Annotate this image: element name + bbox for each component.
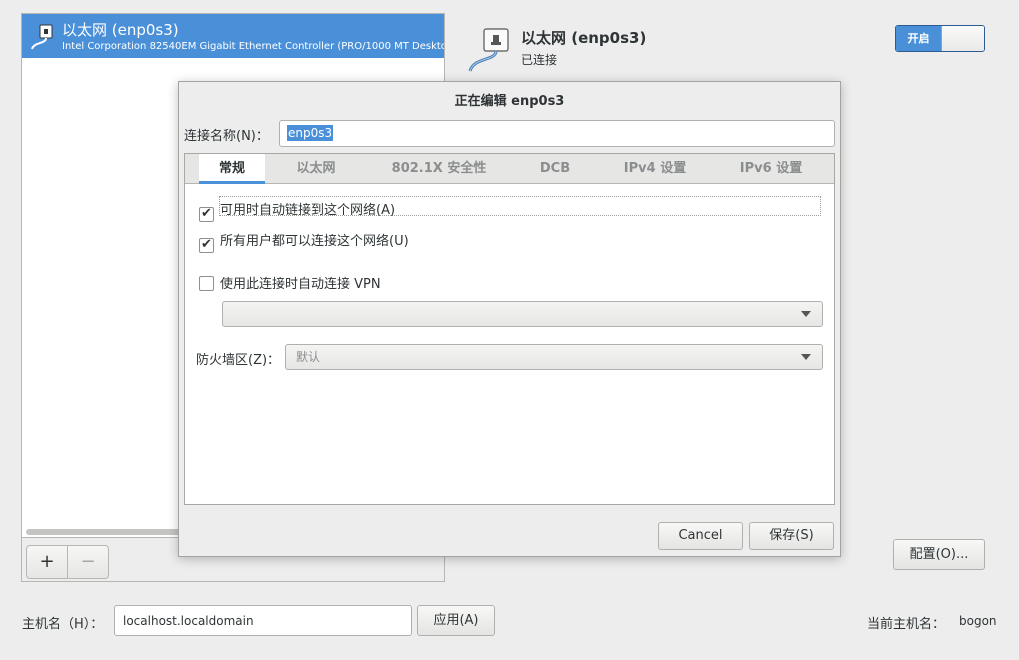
device-list-item-ethernet[interactable]: 以太网 (enp0s3) Intel Corporation 82540EM G…: [22, 14, 444, 58]
firewall-zone-value: 默认: [296, 350, 321, 364]
auto-vpn-label: 使用此连接时自动连接 VPN: [220, 277, 381, 292]
configure-button[interactable]: 配置(O)...: [893, 539, 985, 570]
firewall-zone-select[interactable]: 默认: [285, 344, 823, 370]
dialog-title: 正在编辑 enp0s3: [454, 94, 565, 109]
connection-name-text: enp0s3: [287, 125, 334, 141]
network-wired-icon: [468, 28, 509, 72]
tab-general[interactable]: 常规: [199, 154, 265, 184]
connection-name-label: 连接名称(N)：: [184, 129, 269, 144]
auto-connect-label: 可用时自动链接到这个网络(A): [220, 203, 396, 218]
checkbox-checked-icon[interactable]: ✔: [199, 238, 214, 253]
hostname-label: 主机名（H）：: [22, 617, 104, 632]
horizontal-scrollbar[interactable]: [26, 529, 182, 535]
tab-dcb[interactable]: DCB: [525, 154, 585, 184]
settings-tabs: 常规 以太网 802.1X 安全性 DCB IPv4 设置 IPv6 设置: [185, 154, 834, 184]
device-description: Intel Corporation 82540EM Gigabit Ethern…: [62, 41, 444, 52]
tab-ethernet[interactable]: 以太网: [283, 154, 349, 184]
dropdown-arrow-icon: [801, 311, 811, 317]
all-users-option[interactable]: ✔ 所有用户都可以连接这个网络(U): [199, 230, 409, 253]
save-button[interactable]: 保存(S): [749, 522, 834, 550]
checkbox-checked-icon[interactable]: ✔: [199, 207, 214, 222]
current-hostname-value: bogon: [959, 614, 997, 628]
connection-name-input[interactable]: enp0s3: [279, 120, 835, 147]
connection-title: 以太网 (enp0s3): [521, 29, 647, 47]
device-name: 以太网 (enp0s3): [62, 21, 179, 39]
connection-toggle-switch[interactable]: 开启: [895, 25, 985, 52]
current-hostname-label: 当前主机名：: [867, 617, 946, 632]
tab-ipv4-settings[interactable]: IPv4 设置: [611, 154, 699, 184]
switch-knob: [941, 26, 984, 51]
checkbox-unchecked-icon[interactable]: [199, 276, 214, 291]
network-wired-icon: [31, 24, 53, 50]
edit-connection-dialog: 正在编辑 enp0s3 连接名称(N)： enp0s3 常规 以太网 802.1…: [178, 81, 841, 557]
add-device-button[interactable]: +: [26, 545, 68, 579]
auto-connect-option[interactable]: ✔ 可用时自动链接到这个网络(A): [199, 199, 395, 222]
hostname-input[interactable]: [114, 605, 412, 636]
cancel-button[interactable]: Cancel: [658, 522, 743, 550]
vpn-select[interactable]: [222, 301, 823, 327]
auto-vpn-option[interactable]: 使用此连接时自动连接 VPN: [199, 273, 381, 292]
connection-status: 已连接: [521, 53, 558, 67]
dropdown-arrow-icon: [801, 354, 811, 360]
switch-on-label: 开启: [896, 26, 941, 51]
apply-hostname-button[interactable]: 应用(A): [417, 605, 495, 636]
firewall-zone-label: 防火墙区(Z)：: [196, 353, 281, 368]
all-users-label: 所有用户都可以连接这个网络(U): [220, 234, 409, 249]
tab-8021x-security[interactable]: 802.1X 安全性: [381, 154, 497, 184]
settings-notebook: 常规 以太网 802.1X 安全性 DCB IPv4 设置 IPv6 设置 ✔ 可…: [184, 153, 835, 505]
remove-device-button[interactable]: −: [67, 545, 109, 579]
tab-ipv6-settings[interactable]: IPv6 设置: [727, 154, 815, 184]
